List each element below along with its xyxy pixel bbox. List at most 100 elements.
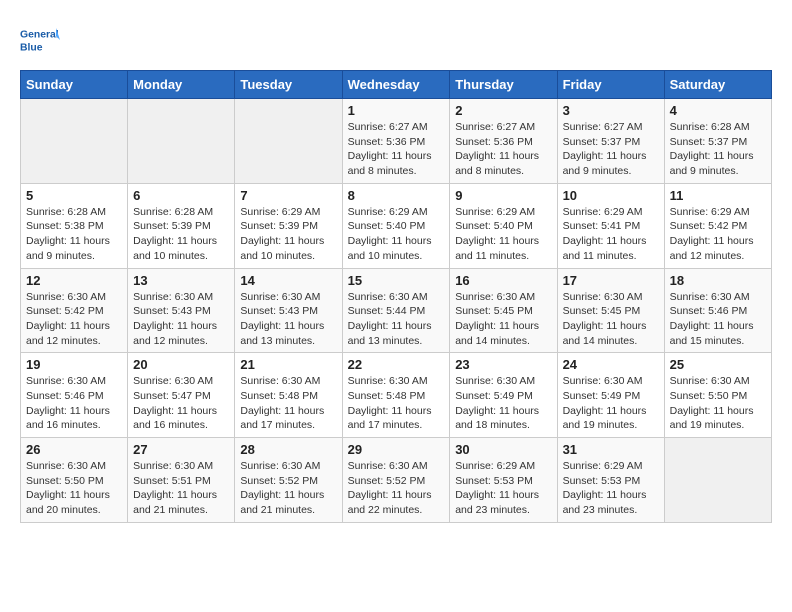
calendar-week-2: 5 Sunrise: 6:28 AM Sunset: 5:38 PM Daylig… bbox=[21, 183, 772, 268]
calendar-cell bbox=[21, 99, 128, 184]
day-info: Sunrise: 6:29 AM Sunset: 5:40 PM Dayligh… bbox=[455, 205, 551, 264]
day-info: Sunrise: 6:30 AM Sunset: 5:48 PM Dayligh… bbox=[348, 374, 445, 433]
day-number: 15 bbox=[348, 273, 445, 288]
day-info: Sunrise: 6:30 AM Sunset: 5:47 PM Dayligh… bbox=[133, 374, 229, 433]
weekday-friday: Friday bbox=[557, 71, 664, 99]
day-info: Sunrise: 6:27 AM Sunset: 5:36 PM Dayligh… bbox=[348, 120, 445, 179]
day-number: 31 bbox=[563, 442, 659, 457]
day-info: Sunrise: 6:30 AM Sunset: 5:49 PM Dayligh… bbox=[563, 374, 659, 433]
day-info: Sunrise: 6:29 AM Sunset: 5:53 PM Dayligh… bbox=[455, 459, 551, 518]
day-info: Sunrise: 6:29 AM Sunset: 5:42 PM Dayligh… bbox=[670, 205, 766, 264]
logo-icon: General Blue bbox=[20, 20, 60, 60]
calendar-week-5: 26 Sunrise: 6:30 AM Sunset: 5:50 PM Dayli… bbox=[21, 438, 772, 523]
day-info: Sunrise: 6:30 AM Sunset: 5:42 PM Dayligh… bbox=[26, 290, 122, 349]
calendar-cell: 30 Sunrise: 6:29 AM Sunset: 5:53 PM Dayli… bbox=[450, 438, 557, 523]
calendar-cell: 25Sunrise: 6:30 AM Sunset: 5:50 PM Dayli… bbox=[664, 353, 771, 438]
weekday-header-row: SundayMondayTuesdayWednesdayThursdayFrid… bbox=[21, 71, 772, 99]
calendar-table: SundayMondayTuesdayWednesdayThursdayFrid… bbox=[20, 70, 772, 523]
day-number: 21 bbox=[240, 357, 336, 372]
day-number: 13 bbox=[133, 273, 229, 288]
day-number: 24 bbox=[563, 357, 659, 372]
day-info: Sunrise: 6:30 AM Sunset: 5:46 PM Dayligh… bbox=[26, 374, 122, 433]
day-info: Sunrise: 6:30 AM Sunset: 5:49 PM Dayligh… bbox=[455, 374, 551, 433]
day-info: Sunrise: 6:30 AM Sunset: 5:43 PM Dayligh… bbox=[133, 290, 229, 349]
calendar-cell: 8 Sunrise: 6:29 AM Sunset: 5:40 PM Daylig… bbox=[342, 183, 450, 268]
day-number: 3 bbox=[563, 103, 659, 118]
day-info: Sunrise: 6:30 AM Sunset: 5:52 PM Dayligh… bbox=[240, 459, 336, 518]
day-info: Sunrise: 6:30 AM Sunset: 5:45 PM Dayligh… bbox=[563, 290, 659, 349]
day-info: Sunrise: 6:27 AM Sunset: 5:37 PM Dayligh… bbox=[563, 120, 659, 179]
day-number: 17 bbox=[563, 273, 659, 288]
day-number: 7 bbox=[240, 188, 336, 203]
calendar-cell: 14 Sunrise: 6:30 AM Sunset: 5:43 PM Dayli… bbox=[235, 268, 342, 353]
day-number: 8 bbox=[348, 188, 445, 203]
calendar-cell: 15Sunrise: 6:30 AM Sunset: 5:44 PM Dayli… bbox=[342, 268, 450, 353]
day-number: 10 bbox=[563, 188, 659, 203]
day-info: Sunrise: 6:27 AM Sunset: 5:36 PM Dayligh… bbox=[455, 120, 551, 179]
calendar-cell: 12 Sunrise: 6:30 AM Sunset: 5:42 PM Dayli… bbox=[21, 268, 128, 353]
calendar-cell: 26 Sunrise: 6:30 AM Sunset: 5:50 PM Dayli… bbox=[21, 438, 128, 523]
day-number: 19 bbox=[26, 357, 122, 372]
calendar-cell: 21 Sunrise: 6:30 AM Sunset: 5:48 PM Dayli… bbox=[235, 353, 342, 438]
calendar-cell: 5 Sunrise: 6:28 AM Sunset: 5:38 PM Daylig… bbox=[21, 183, 128, 268]
calendar-week-3: 12 Sunrise: 6:30 AM Sunset: 5:42 PM Dayli… bbox=[21, 268, 772, 353]
calendar-cell: 31 Sunrise: 6:29 AM Sunset: 5:53 PM Dayli… bbox=[557, 438, 664, 523]
calendar-cell: 29 Sunrise: 6:30 AM Sunset: 5:52 PM Dayli… bbox=[342, 438, 450, 523]
day-number: 9 bbox=[455, 188, 551, 203]
calendar-cell: 19 Sunrise: 6:30 AM Sunset: 5:46 PM Dayli… bbox=[21, 353, 128, 438]
calendar-body: 1 Sunrise: 6:27 AM Sunset: 5:36 PM Daylig… bbox=[21, 99, 772, 523]
day-info: Sunrise: 6:29 AM Sunset: 5:40 PM Dayligh… bbox=[348, 205, 445, 264]
svg-text:Blue: Blue bbox=[20, 42, 43, 53]
day-number: 5 bbox=[26, 188, 122, 203]
calendar-cell: 18 Sunrise: 6:30 AM Sunset: 5:46 PM Dayli… bbox=[664, 268, 771, 353]
day-number: 22 bbox=[348, 357, 445, 372]
day-info: Sunrise: 6:29 AM Sunset: 5:41 PM Dayligh… bbox=[563, 205, 659, 264]
day-info: Sunrise: 6:30 AM Sunset: 5:48 PM Dayligh… bbox=[240, 374, 336, 433]
calendar-cell: 10 Sunrise: 6:29 AM Sunset: 5:41 PM Dayli… bbox=[557, 183, 664, 268]
day-number: 14 bbox=[240, 273, 336, 288]
calendar-cell: 20 Sunrise: 6:30 AM Sunset: 5:47 PM Dayli… bbox=[128, 353, 235, 438]
day-number: 23 bbox=[455, 357, 551, 372]
day-number: 1 bbox=[348, 103, 445, 118]
calendar-cell: 13 Sunrise: 6:30 AM Sunset: 5:43 PM Dayli… bbox=[128, 268, 235, 353]
calendar-cell: 23 Sunrise: 6:30 AM Sunset: 5:49 PM Dayli… bbox=[450, 353, 557, 438]
day-number: 6 bbox=[133, 188, 229, 203]
day-number: 25 bbox=[670, 357, 766, 372]
day-info: Sunrise: 6:29 AM Sunset: 5:53 PM Dayligh… bbox=[563, 459, 659, 518]
calendar-cell: 27Sunrise: 6:30 AM Sunset: 5:51 PM Dayli… bbox=[128, 438, 235, 523]
day-number: 29 bbox=[348, 442, 445, 457]
calendar-cell bbox=[664, 438, 771, 523]
day-number: 4 bbox=[670, 103, 766, 118]
calendar-week-4: 19 Sunrise: 6:30 AM Sunset: 5:46 PM Dayli… bbox=[21, 353, 772, 438]
calendar-cell: 9 Sunrise: 6:29 AM Sunset: 5:40 PM Daylig… bbox=[450, 183, 557, 268]
calendar-cell: 24 Sunrise: 6:30 AM Sunset: 5:49 PM Dayli… bbox=[557, 353, 664, 438]
day-number: 2 bbox=[455, 103, 551, 118]
weekday-saturday: Saturday bbox=[664, 71, 771, 99]
day-number: 12 bbox=[26, 273, 122, 288]
day-info: Sunrise: 6:28 AM Sunset: 5:38 PM Dayligh… bbox=[26, 205, 122, 264]
day-number: 26 bbox=[26, 442, 122, 457]
calendar-cell: 11Sunrise: 6:29 AM Sunset: 5:42 PM Dayli… bbox=[664, 183, 771, 268]
calendar-cell: 16Sunrise: 6:30 AM Sunset: 5:45 PM Dayli… bbox=[450, 268, 557, 353]
weekday-sunday: Sunday bbox=[21, 71, 128, 99]
day-number: 28 bbox=[240, 442, 336, 457]
calendar-cell: 17 Sunrise: 6:30 AM Sunset: 5:45 PM Dayli… bbox=[557, 268, 664, 353]
calendar-cell: 3 Sunrise: 6:27 AM Sunset: 5:37 PM Daylig… bbox=[557, 99, 664, 184]
logo: General Blue bbox=[20, 20, 65, 60]
day-info: Sunrise: 6:30 AM Sunset: 5:46 PM Dayligh… bbox=[670, 290, 766, 349]
page-header: General Blue bbox=[20, 20, 772, 60]
weekday-thursday: Thursday bbox=[450, 71, 557, 99]
calendar-cell: 7Sunrise: 6:29 AM Sunset: 5:39 PM Daylig… bbox=[235, 183, 342, 268]
day-info: Sunrise: 6:30 AM Sunset: 5:43 PM Dayligh… bbox=[240, 290, 336, 349]
day-number: 20 bbox=[133, 357, 229, 372]
day-number: 18 bbox=[670, 273, 766, 288]
calendar-cell: 4Sunrise: 6:28 AM Sunset: 5:37 PM Daylig… bbox=[664, 99, 771, 184]
calendar-cell: 6Sunrise: 6:28 AM Sunset: 5:39 PM Daylig… bbox=[128, 183, 235, 268]
day-info: Sunrise: 6:30 AM Sunset: 5:50 PM Dayligh… bbox=[26, 459, 122, 518]
calendar-cell: 22 Sunrise: 6:30 AM Sunset: 5:48 PM Dayli… bbox=[342, 353, 450, 438]
svg-text:General: General bbox=[20, 30, 59, 41]
calendar-cell: 2 Sunrise: 6:27 AM Sunset: 5:36 PM Daylig… bbox=[450, 99, 557, 184]
day-number: 30 bbox=[455, 442, 551, 457]
day-number: 16 bbox=[455, 273, 551, 288]
day-info: Sunrise: 6:30 AM Sunset: 5:52 PM Dayligh… bbox=[348, 459, 445, 518]
